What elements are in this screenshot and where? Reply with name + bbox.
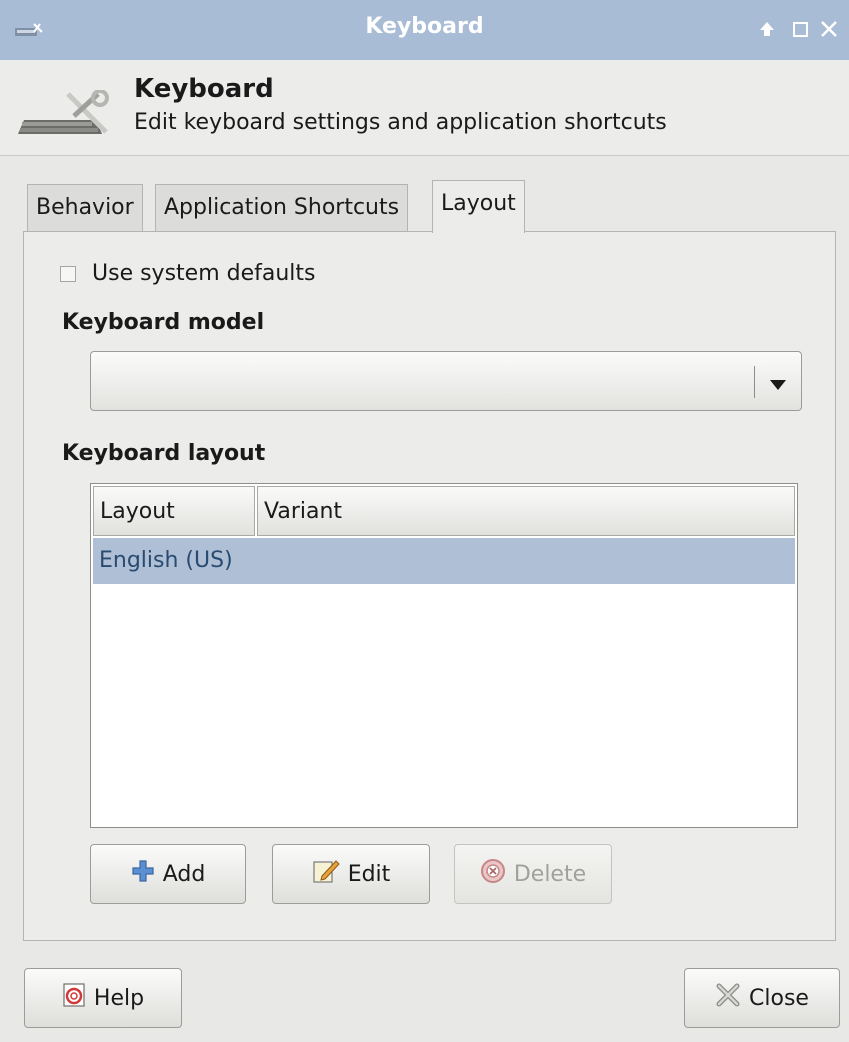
title-bar[interactable]: Keyboard [0,0,849,60]
layout-cell: English (US) [99,548,233,573]
tab-behavior-label: Behavior [36,195,134,220]
keyboard-model-heading: Keyboard model [62,310,265,335]
delete-button[interactable]: Delete [454,844,612,904]
delete-button-label: Delete [513,861,587,887]
close-icon [715,982,741,1014]
column-header-layout[interactable]: Layout [93,486,255,536]
tab-application-shortcuts[interactable]: Application Shortcuts [155,184,409,232]
close-window-icon[interactable] [818,18,840,40]
layout-panel: Use system defaults Keyboard model Keybo… [23,231,836,941]
edit-button[interactable]: Edit [272,844,430,904]
header-subtitle: Edit keyboard settings and application s… [134,110,667,135]
close-button-label: Close [749,985,809,1011]
maximize-icon[interactable] [789,18,811,40]
help-icon [62,982,86,1014]
dialog-header: Keyboard Edit keyboard settings and appl… [0,60,849,156]
combo-separator [754,366,755,398]
tab-layout-label: Layout [441,191,516,216]
use-system-defaults-checkbox[interactable] [60,266,76,282]
add-icon [131,859,155,889]
edit-icon [312,858,340,890]
keyboard-layout-heading: Keyboard layout [62,441,266,466]
column-header-variant[interactable]: Variant [257,486,795,536]
keyboard-settings-icon [16,89,116,154]
tab-application-shortcuts-label: Application Shortcuts [164,195,400,220]
table-row[interactable]: English (US) [93,538,795,584]
keyboard-layout-list[interactable]: Layout Variant English (US) [90,483,798,828]
edit-button-label: Edit [347,861,391,887]
help-button-label: Help [93,985,145,1011]
tab-layout[interactable]: Layout [432,180,525,233]
close-button[interactable]: Close [684,968,840,1028]
tab-behavior[interactable]: Behavior [27,184,143,232]
keyboard-model-combo[interactable] [90,351,802,411]
window-title: Keyboard [365,14,484,39]
add-button-label: Add [162,861,206,887]
help-button[interactable]: Help [24,968,182,1028]
delete-icon [480,858,506,890]
header-title: Keyboard [134,74,274,104]
use-system-defaults-label[interactable]: Use system defaults [92,261,316,286]
minimize-arrow-icon[interactable] [756,18,778,40]
add-button[interactable]: Add [90,844,246,904]
chevron-down-icon[interactable] [769,376,787,395]
